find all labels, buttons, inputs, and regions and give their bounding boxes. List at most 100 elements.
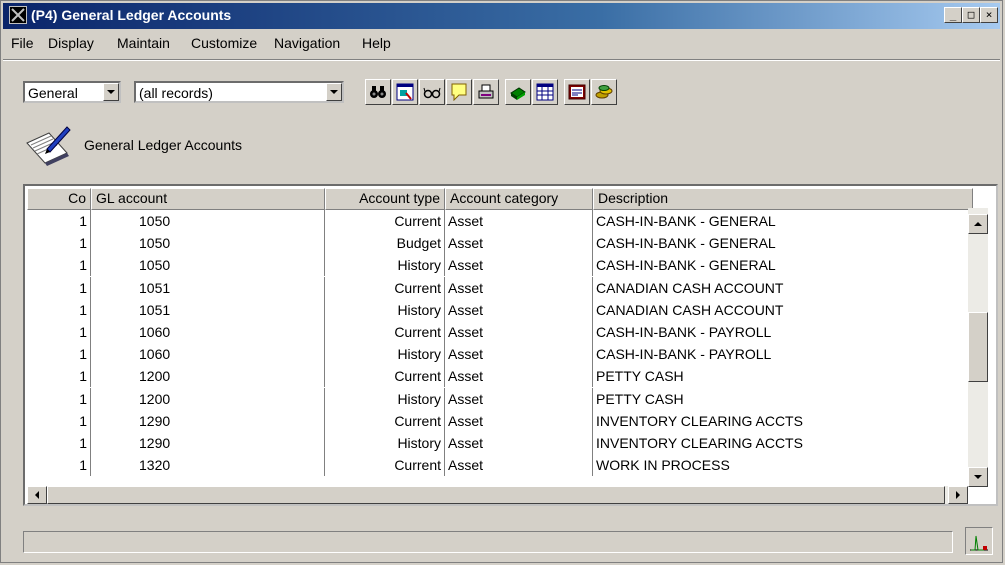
cell-account-category[interactable]: Asset	[445, 254, 593, 277]
column-header-account-type[interactable]: Account type	[325, 188, 445, 210]
cell-account-type[interactable]: History	[325, 298, 445, 321]
cell-co[interactable]: 1	[27, 321, 91, 343]
table-row[interactable]: 1 1060 Current Asset CASH-IN-BANK - PAYROLL	[27, 321, 973, 343]
close-button[interactable]: ×	[980, 7, 998, 23]
edit-button[interactable]	[505, 79, 531, 105]
filter-select[interactable]: (all records)	[134, 81, 344, 103]
scroll-left-button[interactable]	[27, 486, 47, 504]
cell-gl-account[interactable]: 1050	[91, 232, 325, 255]
cell-gl-account[interactable]: 1051	[91, 298, 325, 321]
table-row[interactable]: 1 1050 Budget Asset CASH-IN-BANK - GENERAL	[27, 232, 973, 255]
cell-gl-account[interactable]: 1060	[91, 321, 325, 343]
scroll-down-button[interactable]	[968, 467, 988, 487]
cell-description[interactable]: CASH-IN-BANK - PAYROLL	[593, 343, 973, 366]
cell-description[interactable]: WORK IN PROCESS	[593, 454, 973, 477]
cell-gl-account[interactable]: 1200	[91, 387, 325, 410]
table-row[interactable]: 1 1200 Current Asset PETTY CASH	[27, 365, 973, 388]
cell-gl-account[interactable]: 1320	[91, 454, 325, 477]
cell-description[interactable]: CANADIAN CASH ACCOUNT	[593, 298, 973, 321]
cell-gl-account[interactable]: 1050	[91, 254, 325, 277]
notes-button[interactable]	[446, 79, 472, 105]
cell-co[interactable]: 1	[27, 298, 91, 321]
cell-account-category[interactable]: Asset	[445, 409, 593, 432]
cell-account-category[interactable]: Asset	[445, 210, 593, 232]
cell-description[interactable]: INVENTORY CLEARING ACCTS	[593, 432, 973, 454]
table-row[interactable]: 1 1050 Current Asset CASH-IN-BANK - GENERAL	[27, 210, 973, 232]
cell-account-category[interactable]: Asset	[445, 298, 593, 321]
cell-gl-account[interactable]: 1290	[91, 432, 325, 454]
cell-gl-account[interactable]: 1050	[91, 210, 325, 232]
cell-description[interactable]: PETTY CASH	[593, 387, 973, 410]
table-row[interactable]: 1 1200 History Asset PETTY CASH	[27, 387, 973, 410]
cell-gl-account[interactable]: 1051	[91, 276, 325, 299]
cell-co[interactable]: 1	[27, 365, 91, 388]
grid-view-button[interactable]	[532, 79, 558, 105]
cell-account-type[interactable]: Current	[325, 454, 445, 477]
menu-file[interactable]: File	[11, 35, 34, 51]
table-row[interactable]: 1 1290 Current Asset INVENTORY CLEARING ACCT…	[27, 409, 973, 432]
cell-account-category[interactable]: Asset	[445, 365, 593, 388]
vertical-scroll-thumb[interactable]	[968, 312, 988, 382]
cell-co[interactable]: 1	[27, 432, 91, 454]
horizontal-scroll-thumb[interactable]	[47, 486, 945, 504]
minimize-button[interactable]: _	[944, 7, 962, 23]
cell-description[interactable]: CANADIAN CASH ACCOUNT	[593, 276, 973, 299]
table-row[interactable]: 1 1290 History Asset INVENTORY CLEARING ACCT…	[27, 432, 973, 454]
find-button[interactable]	[365, 79, 391, 105]
cell-account-type[interactable]: Current	[325, 409, 445, 432]
chevron-down-icon[interactable]	[103, 83, 119, 101]
cell-co[interactable]: 1	[27, 343, 91, 366]
cell-account-category[interactable]: Asset	[445, 232, 593, 255]
cell-account-type[interactable]: Current	[325, 210, 445, 232]
horizontal-scrollbar[interactable]	[27, 486, 968, 504]
chart-icon[interactable]	[965, 527, 993, 555]
menu-display[interactable]: Display	[48, 35, 94, 51]
column-header-account-category[interactable]: Account category	[445, 188, 593, 210]
view-select[interactable]: General	[23, 81, 121, 103]
cell-account-category[interactable]: Asset	[445, 387, 593, 410]
scroll-up-button[interactable]	[968, 214, 988, 234]
scroll-right-button[interactable]	[948, 486, 968, 504]
cell-gl-account[interactable]: 1200	[91, 365, 325, 388]
cell-co[interactable]: 1	[27, 387, 91, 410]
vertical-scrollbar[interactable]	[968, 208, 988, 487]
cell-description[interactable]: CASH-IN-BANK - GENERAL	[593, 232, 973, 255]
table-row[interactable]: 1 1051 Current Asset CANADIAN CASH ACCOUNT	[27, 276, 973, 299]
table-row[interactable]: 1 1060 History Asset CASH-IN-BANK - PAYROLL	[27, 343, 973, 366]
cell-gl-account[interactable]: 1290	[91, 409, 325, 432]
cell-co[interactable]: 1	[27, 454, 91, 477]
cell-account-type[interactable]: History	[325, 432, 445, 454]
print-button[interactable]	[473, 79, 499, 105]
menu-help[interactable]: Help	[362, 35, 391, 51]
cell-co[interactable]: 1	[27, 210, 91, 232]
cell-account-category[interactable]: Asset	[445, 343, 593, 366]
title-bar[interactable]: (P4) General Ledger Accounts _ □ ×	[3, 3, 1000, 29]
cell-account-type[interactable]: History	[325, 387, 445, 410]
cell-gl-account[interactable]: 1060	[91, 343, 325, 366]
post-button[interactable]	[591, 79, 617, 105]
cell-account-type[interactable]: History	[325, 343, 445, 366]
report-button[interactable]	[564, 79, 590, 105]
cell-co[interactable]: 1	[27, 276, 91, 299]
chevron-down-icon[interactable]	[326, 83, 342, 101]
view-button[interactable]	[419, 79, 445, 105]
query-form-button[interactable]	[392, 79, 418, 105]
cell-account-category[interactable]: Asset	[445, 276, 593, 299]
cell-account-type[interactable]: Current	[325, 321, 445, 343]
cell-account-category[interactable]: Asset	[445, 321, 593, 343]
cell-co[interactable]: 1	[27, 254, 91, 277]
cell-account-type[interactable]: History	[325, 254, 445, 277]
cell-account-category[interactable]: Asset	[445, 454, 593, 477]
table-row[interactable]: 1 1320 Current Asset WORK IN PROCESS	[27, 454, 973, 477]
cell-account-type[interactable]: Current	[325, 276, 445, 299]
menu-navigation[interactable]: Navigation	[274, 35, 340, 51]
table-row[interactable]: 1 1051 History Asset CANADIAN CASH ACCOUNT	[27, 298, 973, 321]
column-header-co[interactable]: Co	[27, 188, 91, 210]
table-row[interactable]: 1 1050 History Asset CASH-IN-BANK - GENERAL	[27, 254, 973, 277]
menu-maintain[interactable]: Maintain	[117, 35, 170, 51]
menu-customize[interactable]: Customize	[191, 35, 257, 51]
cell-description[interactable]: CASH-IN-BANK - PAYROLL	[593, 321, 973, 343]
cell-description[interactable]: PETTY CASH	[593, 365, 973, 388]
maximize-button[interactable]: □	[962, 7, 980, 23]
column-header-description[interactable]: Description	[593, 188, 973, 210]
